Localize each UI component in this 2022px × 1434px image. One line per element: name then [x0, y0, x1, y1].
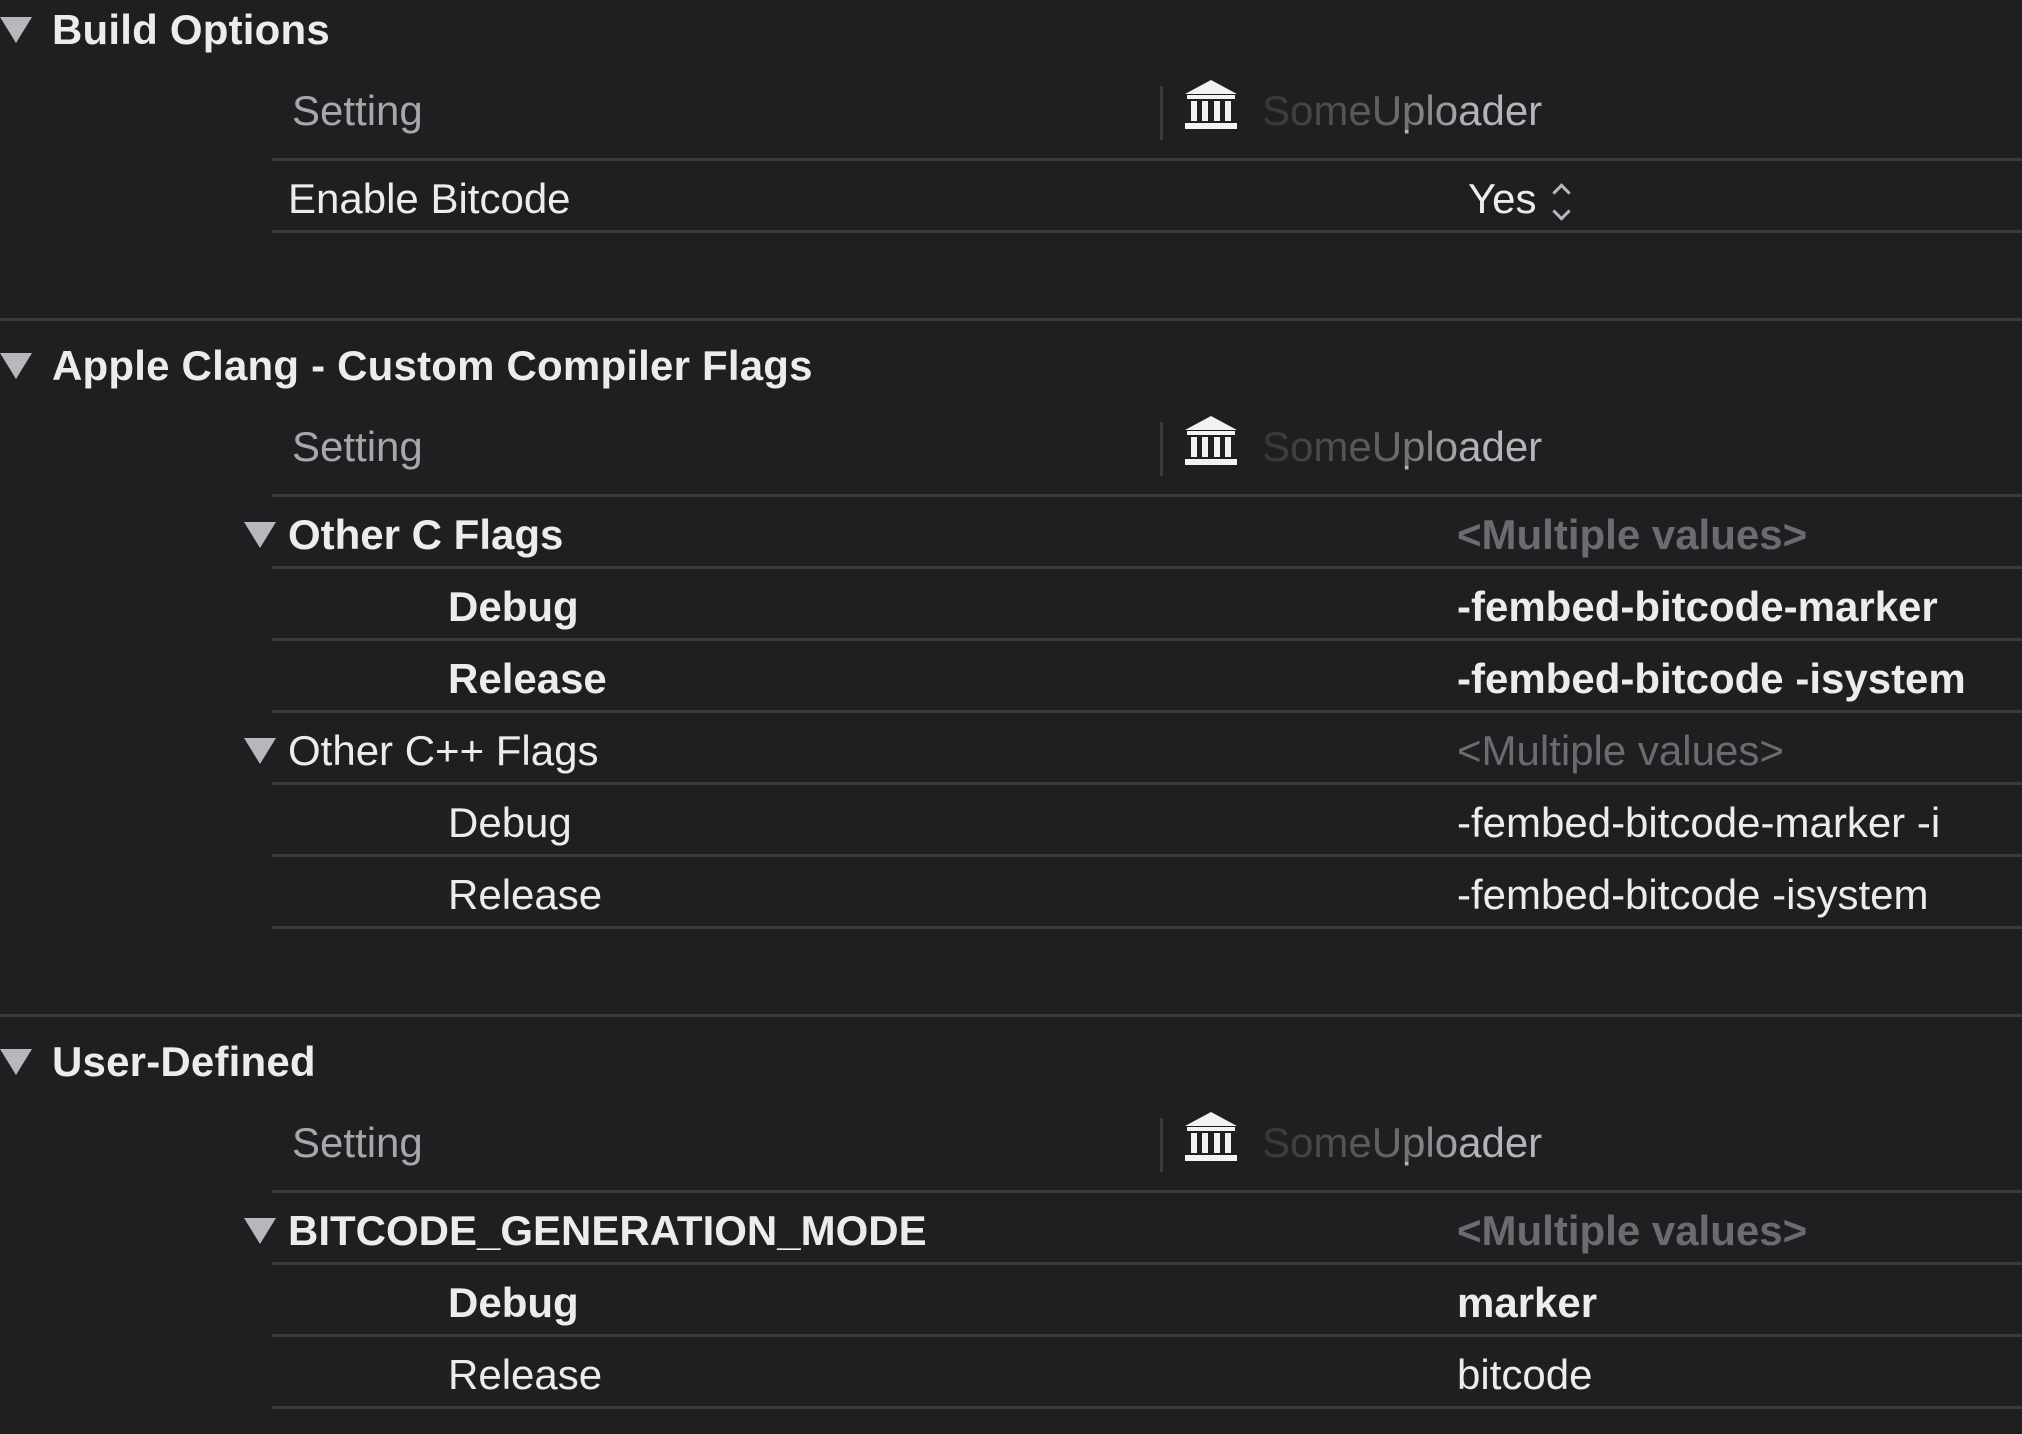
- setting-row-bitcode-mode-debug[interactable]: Debug marker: [272, 1268, 2022, 1338]
- row-divider: [272, 710, 2022, 713]
- row-divider: [272, 854, 2022, 857]
- config-name: Release: [448, 1351, 603, 1398]
- setting-value[interactable]: -fembed-bitcode-marker: [1457, 572, 1938, 642]
- section-header-user-defined[interactable]: User-Defined: [0, 1032, 316, 1092]
- setting-name: BITCODE_GENERATION_MODE: [288, 1207, 927, 1254]
- setting-row-other-c-flags-release[interactable]: Release -fembed-bitcode -isystem: [272, 644, 2022, 714]
- section-title: User-Defined: [52, 1038, 316, 1085]
- setting-row-other-c-flags[interactable]: Other C Flags <Multiple values>: [244, 500, 2022, 570]
- column-divider[interactable]: [1160, 1118, 1163, 1172]
- row-divider: [272, 1262, 2022, 1265]
- setting-row-other-cpp-flags[interactable]: Other C++ Flags <Multiple values>: [244, 716, 2022, 786]
- setting-row-other-cpp-flags-release[interactable]: Release -fembed-bitcode -isystem: [272, 860, 2022, 930]
- disclosure-triangle-icon[interactable]: [0, 1049, 32, 1075]
- setting-value[interactable]: <Multiple values>: [1457, 1196, 1807, 1266]
- setting-value[interactable]: Yes: [1468, 164, 1573, 234]
- row-divider: [272, 638, 2022, 641]
- config-name: Release: [448, 871, 603, 918]
- setting-column-label: Setting: [292, 423, 423, 470]
- section-title: Apple Clang - Custom Compiler Flags: [52, 342, 813, 389]
- section-divider: [0, 1014, 2022, 1017]
- setting-row-bitcode-mode-release[interactable]: Release bitcode: [272, 1340, 2022, 1410]
- setting-value[interactable]: marker: [1457, 1268, 1597, 1338]
- column-divider[interactable]: [1160, 86, 1163, 140]
- config-name: Debug: [448, 799, 572, 846]
- disclosure-triangle-icon[interactable]: [0, 17, 32, 43]
- config-name: Debug: [448, 1279, 579, 1326]
- setting-row-other-cpp-flags-debug[interactable]: Debug -fembed-bitcode-marker -i: [272, 788, 2022, 858]
- column-divider[interactable]: [1160, 422, 1163, 476]
- column-header-row: Setting: [272, 76, 2022, 146]
- setting-row-other-c-flags-debug[interactable]: Debug -fembed-bitcode-marker: [272, 572, 2022, 642]
- section-title: Build Options: [52, 6, 330, 53]
- disclosure-triangle-icon[interactable]: [244, 738, 276, 764]
- up-down-stepper-icon[interactable]: [1551, 180, 1573, 224]
- building-columns-icon: [1185, 1112, 1237, 1161]
- setting-column-label: Setting: [292, 87, 423, 134]
- row-divider: [272, 1190, 2022, 1193]
- setting-value[interactable]: -fembed-bitcode -isystem: [1457, 860, 1929, 930]
- row-divider: [272, 494, 2022, 497]
- section-divider: [0, 318, 2022, 321]
- setting-value[interactable]: -fembed-bitcode -isystem: [1457, 644, 1966, 714]
- section-user-defined: User-Defined Setting SomeUploader BITCOD…: [0, 1032, 2022, 1434]
- setting-row-bitcode-generation-mode[interactable]: BITCODE_GENERATION_MODE <Multiple values…: [244, 1196, 2022, 1266]
- building-columns-icon: [1185, 80, 1237, 129]
- section-clang-flags: Apple Clang - Custom Compiler Flags Sett…: [0, 336, 2022, 1016]
- section-build-options: Build Options Setting SomeUploader Enabl…: [0, 0, 2022, 320]
- setting-value[interactable]: <Multiple values>: [1457, 500, 1807, 570]
- setting-value[interactable]: bitcode: [1457, 1340, 1592, 1410]
- setting-value[interactable]: -fembed-bitcode-marker -i: [1457, 788, 1940, 858]
- row-divider: [272, 1334, 2022, 1337]
- row-divider: [272, 230, 2022, 233]
- row-divider: [272, 566, 2022, 569]
- redacted-mask: [1262, 428, 1472, 466]
- config-name: Release: [448, 655, 607, 702]
- row-divider: [272, 926, 2022, 929]
- disclosure-triangle-icon[interactable]: [244, 1218, 276, 1244]
- config-name: Debug: [448, 583, 579, 630]
- building-columns-icon: [1185, 416, 1237, 465]
- row-divider: [272, 158, 2022, 161]
- redacted-mask: [1262, 1124, 1472, 1162]
- setting-name: Other C++ Flags: [288, 727, 599, 774]
- disclosure-triangle-icon[interactable]: [0, 353, 32, 379]
- column-header-row: Setting: [272, 1108, 2022, 1178]
- section-header-build-options[interactable]: Build Options: [0, 0, 330, 60]
- setting-name: Other C Flags: [288, 511, 564, 558]
- setting-name: Enable Bitcode: [288, 175, 571, 222]
- redacted-mask: [1262, 92, 1472, 130]
- column-header-row: Setting: [272, 412, 2022, 482]
- row-divider: [272, 782, 2022, 785]
- disclosure-triangle-icon[interactable]: [244, 522, 276, 548]
- setting-row-enable-bitcode[interactable]: Enable Bitcode Yes: [272, 164, 2022, 234]
- section-header-clang-flags[interactable]: Apple Clang - Custom Compiler Flags: [0, 336, 813, 396]
- setting-value-text: Yes: [1468, 175, 1537, 222]
- build-settings-editor: Build Options Setting SomeUploader Enabl…: [0, 0, 2022, 1434]
- setting-value[interactable]: <Multiple values>: [1457, 716, 1784, 786]
- setting-column-label: Setting: [292, 1119, 423, 1166]
- row-divider: [272, 1406, 2022, 1409]
